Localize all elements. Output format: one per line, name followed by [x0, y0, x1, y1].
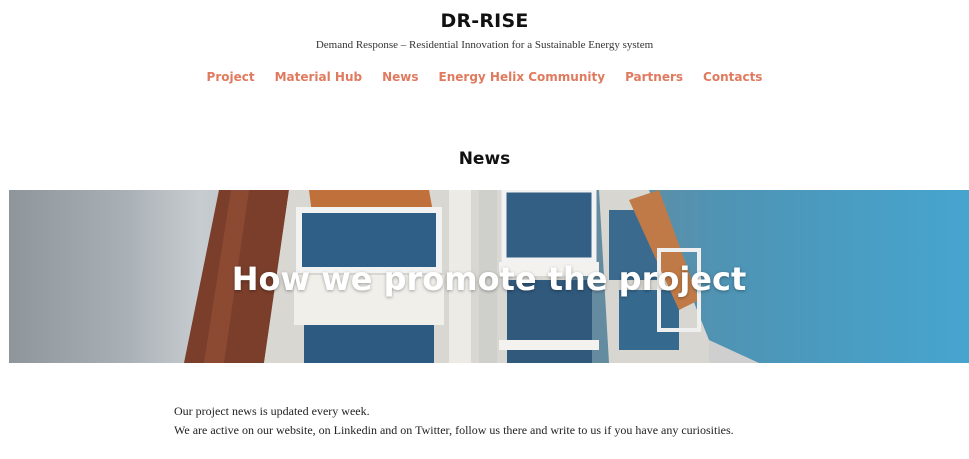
- nav-item-contacts[interactable]: Contacts: [703, 69, 762, 85]
- nav-item-news[interactable]: News: [382, 69, 418, 85]
- intro-line-2: We are active on our website, on Linkedi…: [174, 423, 734, 437]
- nav-item-material-hub[interactable]: Material Hub: [275, 69, 363, 85]
- hero-banner: How we promote the project: [9, 190, 969, 363]
- nav-item-partners[interactable]: Partners: [625, 69, 683, 85]
- page-title: News: [458, 149, 511, 169]
- hero-title: How we promote the project: [231, 259, 747, 298]
- nav-item-project[interactable]: Project: [207, 69, 255, 85]
- intro-line-1: Our project news is updated every week.: [174, 404, 370, 418]
- main-nav: Project Material Hub News Energy Helix C…: [0, 69, 969, 85]
- nav-item-energy-helix-community[interactable]: Energy Helix Community: [439, 69, 606, 85]
- news-intro: Our project news is updated every week. …: [174, 402, 774, 440]
- site-header: DR-RISE Demand Response – Residential In…: [0, 0, 969, 85]
- site-tagline: Demand Response – Residential Innovation…: [315, 39, 654, 51]
- site-title[interactable]: DR-RISE: [0, 10, 969, 32]
